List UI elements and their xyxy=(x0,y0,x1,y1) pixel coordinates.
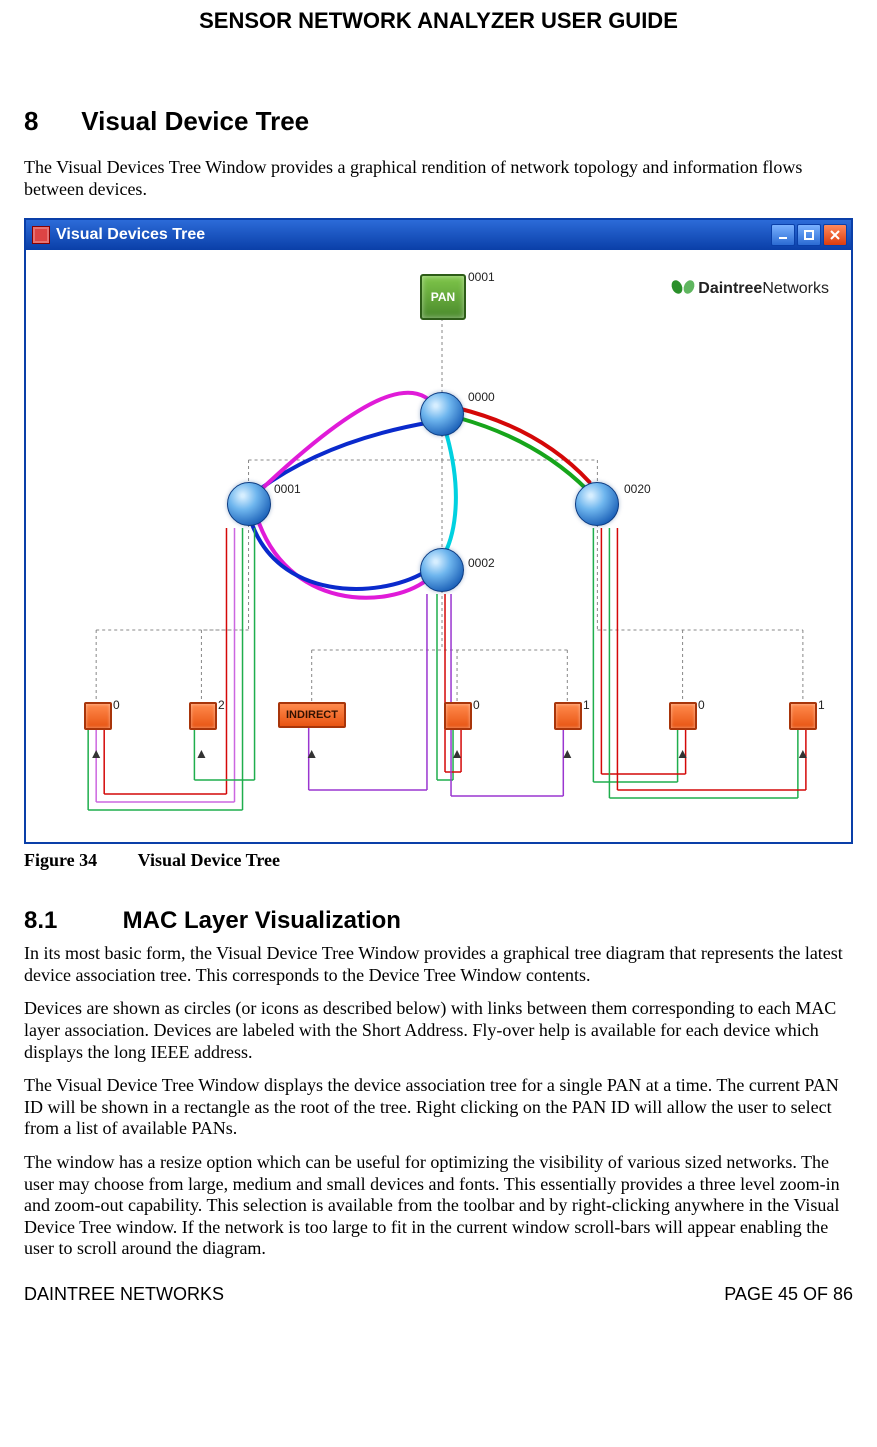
end-device-1[interactable] xyxy=(189,702,217,730)
end-device-label-1: 2 xyxy=(218,698,225,712)
app-icon xyxy=(32,226,50,244)
router-node-0020[interactable] xyxy=(575,482,619,526)
body-para-0: In its most basic form, the Visual Devic… xyxy=(24,943,853,986)
router-node-0000[interactable] xyxy=(420,392,464,436)
node-label-0002: 0002 xyxy=(468,556,495,570)
end-device-2[interactable] xyxy=(444,702,472,730)
end-device-0[interactable] xyxy=(84,702,112,730)
pan-id-label: 0001 xyxy=(468,270,495,284)
intro-paragraph: The Visual Devices Tree Window provides … xyxy=(24,157,853,200)
maximize-icon xyxy=(804,230,814,240)
router-node-0001[interactable] xyxy=(227,482,271,526)
close-icon xyxy=(830,230,840,240)
body-para-1: Devices are shown as circles (or icons a… xyxy=(24,998,853,1063)
figure-title: Visual Device Tree xyxy=(138,850,280,870)
subsection-heading: 8.1 MAC Layer Visualization xyxy=(24,907,853,935)
subsection-title: MAC Layer Visualization xyxy=(123,907,401,934)
page-footer: DAINTREE NETWORKS PAGE 45 OF 86 xyxy=(24,1284,853,1305)
close-button[interactable] xyxy=(823,224,847,246)
indirect-label: INDIRECT xyxy=(286,709,338,721)
end-device-4[interactable] xyxy=(669,702,697,730)
subsection-number: 8.1 xyxy=(24,907,116,935)
end-device-3[interactable] xyxy=(554,702,582,730)
body-para-3: The window has a resize option which can… xyxy=(24,1152,853,1260)
section-title: Visual Device Tree xyxy=(81,106,309,136)
node-label-0020: 0020 xyxy=(624,482,651,496)
pan-root-node[interactable]: PAN xyxy=(420,274,466,320)
footer-left: DAINTREE NETWORKS xyxy=(24,1284,224,1305)
maximize-button[interactable] xyxy=(797,224,821,246)
figure-caption: Figure 34 Visual Device Tree xyxy=(24,850,853,871)
diagram-connections xyxy=(26,250,851,842)
end-device-label-2: 0 xyxy=(473,698,480,712)
end-device-label-3: 1 xyxy=(583,698,590,712)
node-label-0000: 0000 xyxy=(468,390,495,404)
window-title: Visual Devices Tree xyxy=(56,226,205,244)
diagram-canvas[interactable]: DaintreeNetworks xyxy=(26,250,851,842)
end-device-5[interactable] xyxy=(789,702,817,730)
minimize-button[interactable] xyxy=(771,224,795,246)
end-device-label-0: 0 xyxy=(113,698,120,712)
end-device-label-5: 1 xyxy=(818,698,825,712)
section-heading: 8 Visual Device Tree xyxy=(24,106,853,137)
indirect-box[interactable]: INDIRECT xyxy=(278,702,346,728)
pan-label: PAN xyxy=(431,290,455,304)
node-label-0001: 0001 xyxy=(274,482,301,496)
end-device-label-4: 0 xyxy=(698,698,705,712)
figure-label: Figure 34 xyxy=(24,850,97,870)
visual-devices-tree-window: Visual Devices Tree DaintreeNetworks xyxy=(24,218,853,844)
window-titlebar[interactable]: Visual Devices Tree xyxy=(26,220,851,250)
footer-right: PAGE 45 OF 86 xyxy=(724,1284,853,1305)
minimize-icon xyxy=(778,230,788,240)
section-number: 8 xyxy=(24,106,74,137)
body-para-2: The Visual Device Tree Window displays t… xyxy=(24,1075,853,1140)
document-title: SENSOR NETWORK ANALYZER USER GUIDE xyxy=(24,8,853,34)
router-node-0002[interactable] xyxy=(420,548,464,592)
